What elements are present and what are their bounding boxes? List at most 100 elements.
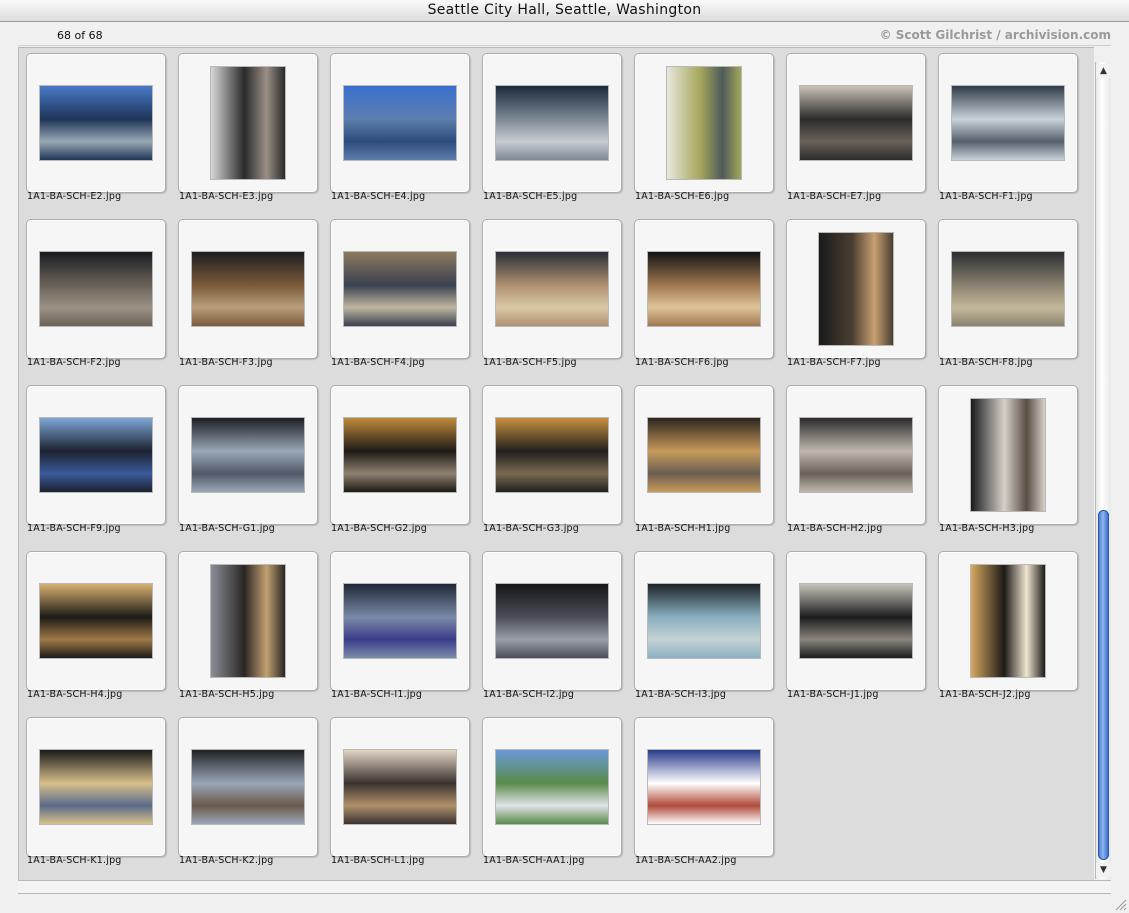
thumbnail-viewport[interactable]: 1A1-BA-SCH-E2.jpg 1A1-BA-SCH-E3.jpg 1A1-BA… <box>18 47 1094 880</box>
thumbnail-image[interactable] <box>496 418 608 492</box>
thumbnail-item[interactable]: 1A1-BA-SCH-J1.jpg <box>780 546 932 712</box>
thumbnail-image[interactable] <box>952 86 1064 160</box>
thumbnail-item[interactable]: 1A1-BA-SCH-E7.jpg <box>780 48 932 214</box>
thumbnail-item[interactable]: 1A1-BA-SCH-G1.jpg <box>172 380 324 546</box>
thumbnail-item[interactable]: 1A1-BA-SCH-L1.jpg <box>324 712 476 878</box>
thumbnail-frame[interactable] <box>634 551 774 691</box>
thumbnail-item[interactable]: 1A1-BA-SCH-AA2.jpg <box>628 712 780 878</box>
thumbnail-frame[interactable] <box>786 219 926 359</box>
thumbnail-image[interactable] <box>800 418 912 492</box>
thumbnail-item[interactable]: 1A1-BA-SCH-J2.jpg <box>932 546 1084 712</box>
thumbnail-frame[interactable] <box>330 53 470 193</box>
thumbnail-item[interactable]: 1A1-BA-SCH-H2.jpg <box>780 380 932 546</box>
thumbnail-frame[interactable] <box>482 385 622 525</box>
vertical-scrollbar[interactable]: ▲ ▼ <box>1095 62 1111 879</box>
thumbnail-item[interactable]: 1A1-BA-SCH-E6.jpg <box>628 48 780 214</box>
thumbnail-image[interactable] <box>819 233 893 345</box>
thumbnail-image[interactable] <box>192 252 304 326</box>
thumbnail-frame[interactable] <box>938 219 1078 359</box>
thumbnail-image[interactable] <box>211 67 285 179</box>
thumbnail-frame[interactable] <box>482 551 622 691</box>
thumbnail-image[interactable] <box>971 399 1045 511</box>
thumbnail-frame[interactable] <box>178 385 318 525</box>
thumbnail-image[interactable] <box>192 750 304 824</box>
thumbnail-image[interactable] <box>667 67 741 179</box>
horizontal-scrollbar[interactable] <box>18 880 1111 894</box>
thumbnail-image[interactable] <box>648 252 760 326</box>
thumbnail-image[interactable] <box>952 252 1064 326</box>
thumbnail-image[interactable] <box>800 86 912 160</box>
thumbnail-frame[interactable] <box>330 551 470 691</box>
thumbnail-frame[interactable] <box>26 551 166 691</box>
thumbnail-image[interactable] <box>800 584 912 658</box>
thumbnail-frame[interactable] <box>938 385 1078 525</box>
thumbnail-frame[interactable] <box>330 385 470 525</box>
thumbnail-image[interactable] <box>211 565 285 677</box>
thumbnail-frame[interactable] <box>330 219 470 359</box>
thumbnail-frame[interactable] <box>26 717 166 857</box>
thumbnail-item[interactable]: 1A1-BA-SCH-F7.jpg <box>780 214 932 380</box>
thumbnail-frame[interactable] <box>786 53 926 193</box>
thumbnail-frame[interactable] <box>634 53 774 193</box>
thumbnail-image[interactable] <box>344 86 456 160</box>
thumbnail-image[interactable] <box>344 252 456 326</box>
thumbnail-item[interactable]: 1A1-BA-SCH-F8.jpg <box>932 214 1084 380</box>
thumbnail-image[interactable] <box>344 418 456 492</box>
thumbnail-image[interactable] <box>40 86 152 160</box>
thumbnail-frame[interactable] <box>178 53 318 193</box>
thumbnail-item[interactable]: 1A1-BA-SCH-F4.jpg <box>324 214 476 380</box>
thumbnail-image[interactable] <box>40 584 152 658</box>
thumbnail-item[interactable]: 1A1-BA-SCH-E4.jpg <box>324 48 476 214</box>
thumbnail-image[interactable] <box>496 750 608 824</box>
thumbnail-item[interactable]: 1A1-BA-SCH-I3.jpg <box>628 546 780 712</box>
thumbnail-image[interactable] <box>971 565 1045 677</box>
thumbnail-item[interactable]: 1A1-BA-SCH-H1.jpg <box>628 380 780 546</box>
thumbnail-item[interactable]: 1A1-BA-SCH-H4.jpg <box>20 546 172 712</box>
thumbnail-item[interactable]: 1A1-BA-SCH-F9.jpg <box>20 380 172 546</box>
thumbnail-item[interactable]: 1A1-BA-SCH-E3.jpg <box>172 48 324 214</box>
thumbnail-image[interactable] <box>496 252 608 326</box>
thumbnail-image[interactable] <box>40 252 152 326</box>
thumbnail-image[interactable] <box>192 418 304 492</box>
thumbnail-item[interactable]: 1A1-BA-SCH-F6.jpg <box>628 214 780 380</box>
scroll-up-arrow-icon[interactable]: ▲ <box>1096 64 1111 78</box>
thumbnail-frame[interactable] <box>482 717 622 857</box>
thumbnail-frame[interactable] <box>634 717 774 857</box>
thumbnail-item[interactable]: 1A1-BA-SCH-K2.jpg <box>172 712 324 878</box>
thumbnail-item[interactable]: 1A1-BA-SCH-H5.jpg <box>172 546 324 712</box>
scroll-down-arrow-icon[interactable]: ▼ <box>1096 863 1111 877</box>
thumbnail-item[interactable]: 1A1-BA-SCH-E2.jpg <box>20 48 172 214</box>
thumbnail-item[interactable]: 1A1-BA-SCH-I1.jpg <box>324 546 476 712</box>
resize-grip-icon[interactable] <box>1113 897 1127 911</box>
thumbnail-item[interactable]: 1A1-BA-SCH-F2.jpg <box>20 214 172 380</box>
thumbnail-item[interactable]: 1A1-BA-SCH-I2.jpg <box>476 546 628 712</box>
thumbnail-frame[interactable] <box>938 53 1078 193</box>
thumbnail-frame[interactable] <box>26 53 166 193</box>
thumbnail-image[interactable] <box>344 584 456 658</box>
thumbnail-image[interactable] <box>648 418 760 492</box>
thumbnail-frame[interactable] <box>26 385 166 525</box>
thumbnail-image[interactable] <box>40 418 152 492</box>
thumbnail-item[interactable]: 1A1-BA-SCH-H3.jpg <box>932 380 1084 546</box>
thumbnail-frame[interactable] <box>482 219 622 359</box>
thumbnail-frame[interactable] <box>938 551 1078 691</box>
thumbnail-image[interactable] <box>648 584 760 658</box>
scrollbar-thumb[interactable] <box>1098 510 1109 860</box>
thumbnail-item[interactable]: 1A1-BA-SCH-AA1.jpg <box>476 712 628 878</box>
thumbnail-item[interactable]: 1A1-BA-SCH-G3.jpg <box>476 380 628 546</box>
thumbnail-item[interactable]: 1A1-BA-SCH-F3.jpg <box>172 214 324 380</box>
thumbnail-frame[interactable] <box>178 219 318 359</box>
thumbnail-image[interactable] <box>496 86 608 160</box>
thumbnail-frame[interactable] <box>786 385 926 525</box>
thumbnail-frame[interactable] <box>482 53 622 193</box>
thumbnail-image[interactable] <box>40 750 152 824</box>
thumbnail-item[interactable]: 1A1-BA-SCH-F1.jpg <box>932 48 1084 214</box>
thumbnail-frame[interactable] <box>178 717 318 857</box>
thumbnail-frame[interactable] <box>634 385 774 525</box>
thumbnail-image[interactable] <box>496 584 608 658</box>
thumbnail-image[interactable] <box>344 750 456 824</box>
thumbnail-item[interactable]: 1A1-BA-SCH-G2.jpg <box>324 380 476 546</box>
thumbnail-frame[interactable] <box>330 717 470 857</box>
thumbnail-frame[interactable] <box>178 551 318 691</box>
thumbnail-image[interactable] <box>648 750 760 824</box>
